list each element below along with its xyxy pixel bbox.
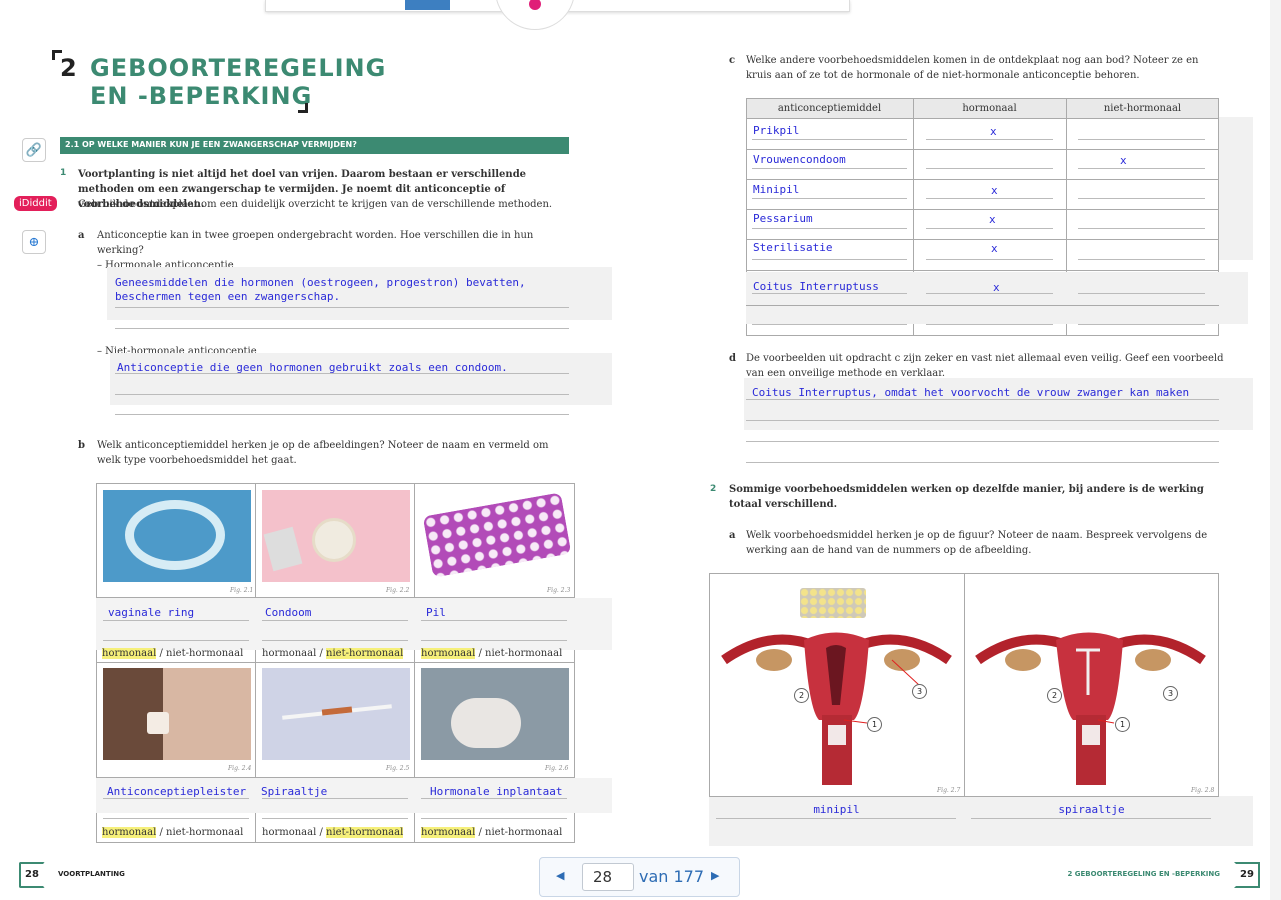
minipil-strip-icon <box>800 588 866 618</box>
page-title-line2: EN -BEPERKING <box>90 82 313 110</box>
q2-number: 2 <box>710 484 717 494</box>
record-icon <box>529 0 541 10</box>
prev-page-icon[interactable]: ◀ <box>556 869 564 882</box>
callout-3-right: 3 <box>1163 686 1178 701</box>
fig-caption-3: Fig. 2.3 <box>547 587 571 594</box>
patch-image <box>103 668 251 760</box>
row3-h[interactable]: x <box>991 184 998 197</box>
left-page-number: 28 <box>19 862 45 888</box>
fig5-type[interactable]: hormonaal / niet-hormonaal <box>262 825 404 840</box>
fig7-answer[interactable]: minipil <box>709 803 964 816</box>
right-page-number: 29 <box>1234 862 1260 888</box>
q1-number: 1 <box>60 168 67 178</box>
toolbar-active-tab[interactable] <box>405 0 450 10</box>
implant-image <box>421 668 569 760</box>
fig-caption-7: Fig. 2.7 <box>937 787 961 794</box>
row2-name[interactable]: Vrouwencondoom <box>753 153 846 166</box>
qd-letter: d <box>729 353 736 364</box>
fig-caption-1: Fig. 2.1 <box>230 587 254 594</box>
right-footer-label: 2 GEBOORTEREGELING EN -BEPERKING <box>1067 870 1220 878</box>
row1-name[interactable]: Prikpil <box>753 124 799 137</box>
row3-name[interactable]: Minipil <box>753 183 799 196</box>
fig3-type[interactable]: hormonaal / niet-hormonaal <box>421 646 562 661</box>
qd-answer[interactable]: Coitus Interruptus, omdat het voorvocht … <box>752 386 1222 399</box>
fig-caption-2: Fig. 2.2 <box>386 587 410 594</box>
row6-name[interactable]: Coitus Interruptuss <box>753 280 879 293</box>
page-number-input[interactable] <box>582 863 634 891</box>
fig1-type[interactable]: hormonaal / niet-hormonaal <box>102 646 243 661</box>
hormonal-answer[interactable]: Geneesmiddelen die hormonen (oestrogeen,… <box>115 276 575 304</box>
callout-2-right: 2 <box>1047 688 1062 703</box>
left-footer-label: VOORTPLANTING <box>58 870 125 878</box>
page-navigator: ◀ van 177 ▶ <box>539 857 740 897</box>
table-header-hormonal: hormonaal <box>962 103 1017 114</box>
toolbar-center-button[interactable] <box>495 0 575 30</box>
page-total-label: van 177 <box>639 867 705 886</box>
fig4-type[interactable]: hormonaal / niet-hormonaal <box>102 825 243 840</box>
qb-text: Welk anticonceptiemiddel herken je op de… <box>97 440 549 466</box>
row5-name[interactable]: Sterilisatie <box>753 241 832 254</box>
fig6-answer[interactable]: Hormonale inplantaat <box>430 785 562 798</box>
ididdit-button[interactable]: iDiddit <box>14 196 57 211</box>
fig3-answer[interactable]: Pil <box>426 606 446 619</box>
fig-caption-8: Fig. 2.8 <box>1191 787 1215 794</box>
qb-letter: b <box>78 440 85 451</box>
condom-image <box>262 490 410 582</box>
title-bracket-close <box>298 103 308 113</box>
fig5-answer[interactable]: Spiraaltje <box>261 785 327 798</box>
qc-letter: c <box>729 55 736 66</box>
row2-n[interactable]: x <box>1120 154 1127 167</box>
qa-text: Anticonceptie kan in twee groepen onderg… <box>97 230 534 256</box>
callout-1-left: 1 <box>867 717 882 732</box>
qa-letter: a <box>78 230 85 241</box>
uterus-diagram-minipil <box>721 632 952 785</box>
table-header-name: anticonceptiemiddel <box>777 103 882 114</box>
section-bar: 2.1 OP WELKE MANIER KUN JE EEN ZWANGERSC… <box>60 137 569 154</box>
fig-caption-6: Fig. 2.6 <box>545 765 569 772</box>
chapter-number: 2 <box>60 54 77 82</box>
row5-h[interactable]: x <box>991 242 998 255</box>
download-icon[interactable]: ⊕ <box>22 230 46 254</box>
fig2-answer[interactable]: Condoom <box>265 606 311 619</box>
q2a-letter: a <box>729 530 736 541</box>
fig-caption-5: Fig. 2.5 <box>386 765 410 772</box>
q2-text: Sommige voorbehoedsmiddelen werken op de… <box>729 484 1204 510</box>
scrollbar[interactable] <box>1270 0 1281 900</box>
link-icon[interactable]: 🔗 <box>22 138 46 162</box>
page-title-line1: GEBOORTEREGELING <box>90 54 387 82</box>
fig4-answer[interactable]: Anticonceptiepleister <box>107 785 246 798</box>
fig8-answer[interactable]: spiraaltje <box>964 803 1219 816</box>
fig-caption-4: Fig. 2.4 <box>228 765 252 772</box>
callout-1-right: 1 <box>1115 717 1130 732</box>
vaginal-ring-image <box>103 490 251 582</box>
qc-text: Welke andere voorbehoedsmiddelen komen i… <box>746 55 1199 81</box>
qd-text: De voorbeelden uit opdracht c zijn zeker… <box>746 353 1224 379</box>
q2a-text: Welk voorbehoedsmiddel herken je op de f… <box>746 530 1208 556</box>
q1-subtext: Gebruik de ontdekplaat om een duidelijk … <box>78 199 553 210</box>
row1-h[interactable]: x <box>990 125 997 138</box>
iud-image <box>262 668 410 760</box>
uterus-diagram-iud <box>975 632 1206 785</box>
fig1-answer[interactable]: vaginale ring <box>108 606 194 619</box>
row4-name[interactable]: Pessarium <box>753 212 813 225</box>
next-page-icon[interactable]: ▶ <box>711 869 719 882</box>
row4-h[interactable]: x <box>989 213 996 226</box>
pill-image <box>421 490 572 582</box>
fig6-type[interactable]: hormonaal / niet-hormonaal <box>421 825 562 840</box>
table-header-nonhormonal: niet-hormonaal <box>1103 103 1182 114</box>
callout-2-left: 2 <box>794 688 809 703</box>
callout-3-left: 3 <box>912 684 927 699</box>
fig2-type[interactable]: hormonaal / niet-hormonaal <box>262 646 404 661</box>
